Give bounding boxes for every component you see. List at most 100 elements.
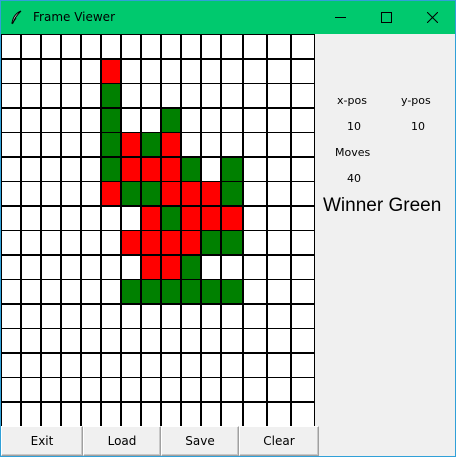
cell-empty[interactable] [267,156,291,182]
cell-empty[interactable] [267,132,291,157]
cell-empty[interactable] [121,352,141,378]
cell-red[interactable] [121,156,141,182]
cell-empty[interactable] [21,181,41,206]
cell-empty[interactable] [243,34,267,59]
cell-empty[interactable] [201,254,221,280]
cell-empty[interactable] [121,303,141,329]
cell-green[interactable] [221,181,243,206]
cell-empty[interactable] [181,83,201,108]
cell-empty[interactable] [161,328,181,353]
cell-empty[interactable] [141,58,161,84]
cell-empty[interactable] [101,328,121,353]
cell-empty[interactable] [221,34,243,59]
maximize-button[interactable] [363,1,409,34]
cell-empty[interactable] [181,328,201,353]
cell-red[interactable] [181,181,201,206]
cell-empty[interactable] [21,205,41,231]
cell-empty[interactable] [1,58,21,84]
cell-empty[interactable] [243,58,267,84]
cell-red[interactable] [101,181,121,206]
cell-empty[interactable] [61,401,81,427]
cell-empty[interactable] [81,156,101,182]
cell-empty[interactable] [243,328,267,353]
cell-empty[interactable] [243,352,267,378]
cell-empty[interactable] [101,279,121,304]
cell-empty[interactable] [1,377,21,402]
cell-empty[interactable] [291,401,315,427]
cell-empty[interactable] [267,107,291,133]
cell-red[interactable] [181,205,201,231]
cell-empty[interactable] [161,83,181,108]
cell-empty[interactable] [267,34,291,59]
cell-empty[interactable] [1,401,21,427]
cell-empty[interactable] [41,230,61,255]
cell-empty[interactable] [41,132,61,157]
cell-empty[interactable] [41,352,61,378]
cell-empty[interactable] [181,107,201,133]
cell-empty[interactable] [41,401,61,427]
cell-empty[interactable] [201,401,221,427]
cell-empty[interactable] [291,352,315,378]
cell-empty[interactable] [291,58,315,84]
cell-empty[interactable] [267,58,291,84]
cell-red[interactable] [121,230,141,255]
cell-empty[interactable] [291,34,315,59]
cell-red[interactable] [101,58,121,84]
exit-button[interactable]: Exit [1,426,83,456]
cell-empty[interactable] [221,58,243,84]
cell-empty[interactable] [21,254,41,280]
cell-empty[interactable] [121,254,141,280]
cell-empty[interactable] [291,181,315,206]
cell-empty[interactable] [41,377,61,402]
cell-empty[interactable] [141,352,161,378]
cell-empty[interactable] [1,303,21,329]
cell-empty[interactable] [41,254,61,280]
cell-green[interactable] [221,156,243,182]
cell-empty[interactable] [121,401,141,427]
cell-green[interactable] [221,230,243,255]
cell-empty[interactable] [181,34,201,59]
cell-empty[interactable] [61,58,81,84]
cell-empty[interactable] [201,328,221,353]
cell-empty[interactable] [243,254,267,280]
cell-empty[interactable] [81,230,101,255]
cell-empty[interactable] [201,352,221,378]
cell-empty[interactable] [81,181,101,206]
cell-empty[interactable] [81,58,101,84]
cell-green[interactable] [181,254,201,280]
cell-empty[interactable] [221,132,243,157]
cell-empty[interactable] [243,230,267,255]
cell-empty[interactable] [291,328,315,353]
cell-empty[interactable] [221,352,243,378]
cell-empty[interactable] [61,303,81,329]
cell-empty[interactable] [141,107,161,133]
cell-empty[interactable] [41,205,61,231]
cell-empty[interactable] [161,58,181,84]
cell-empty[interactable] [201,34,221,59]
cell-green[interactable] [201,279,221,304]
cell-empty[interactable] [221,377,243,402]
cell-empty[interactable] [81,107,101,133]
cell-empty[interactable] [41,107,61,133]
cell-empty[interactable] [291,303,315,329]
cell-empty[interactable] [243,156,267,182]
cell-empty[interactable] [101,34,121,59]
cell-empty[interactable] [61,205,81,231]
cell-empty[interactable] [221,83,243,108]
cell-empty[interactable] [267,401,291,427]
cell-empty[interactable] [243,401,267,427]
cell-empty[interactable] [101,377,121,402]
cell-empty[interactable] [267,328,291,353]
cell-empty[interactable] [61,254,81,280]
cell-red[interactable] [121,132,141,157]
cell-empty[interactable] [121,328,141,353]
cell-empty[interactable] [141,401,161,427]
cell-empty[interactable] [291,279,315,304]
cell-empty[interactable] [291,156,315,182]
cell-empty[interactable] [21,156,41,182]
cell-empty[interactable] [267,279,291,304]
cell-empty[interactable] [21,401,41,427]
cell-empty[interactable] [221,254,243,280]
cell-green[interactable] [161,279,181,304]
cell-empty[interactable] [201,303,221,329]
